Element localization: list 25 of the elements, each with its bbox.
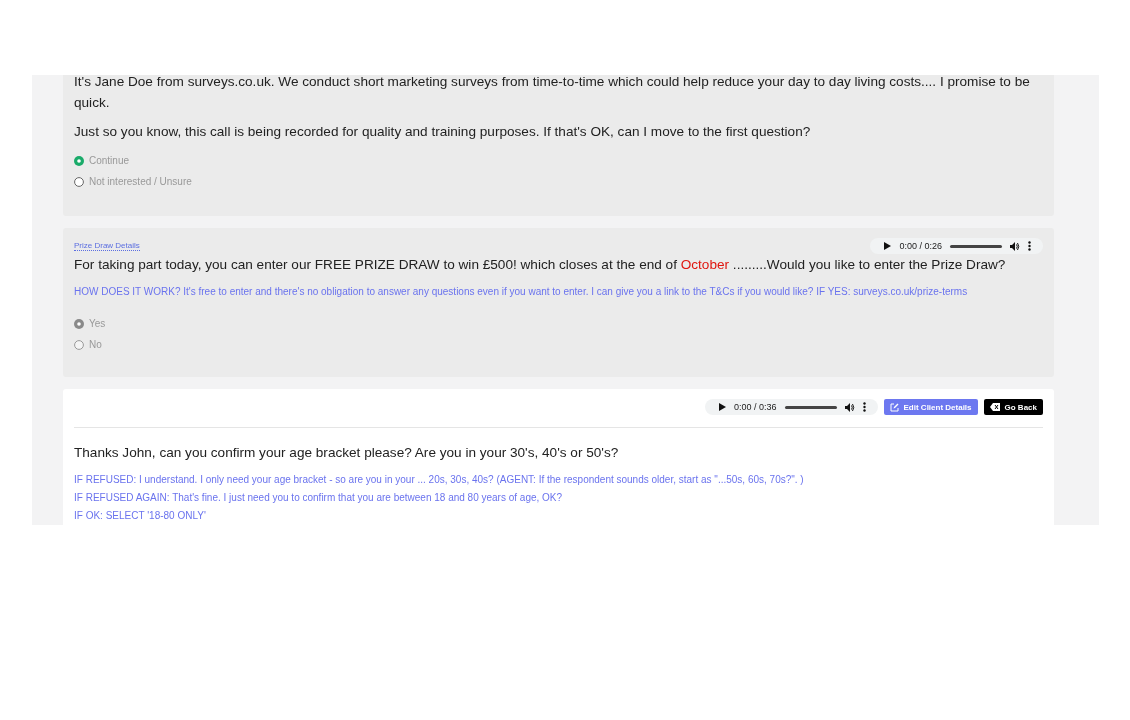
question-text: Thanks John, can you confirm your age bracket please? Are you in your 30's, 40's or 50's?	[74, 444, 620, 462]
audio-time: 0:00 / 0:26	[899, 241, 942, 251]
details-link[interactable]: Prize Draw Details	[74, 241, 140, 251]
volume-icon[interactable]	[1010, 241, 1020, 251]
more-icon[interactable]	[862, 402, 866, 412]
audio-time: 0:00 / 0:36	[733, 402, 777, 412]
agent-note: IF OK: SELECT '18-80 ONLY'	[74, 509, 207, 523]
agent-note: IF REFUSED AGAIN: That's fine. I just need you to confirm that you are between 18 and 80 years of age, OK?	[74, 491, 564, 505]
question-text: Just so you know, this call is being recorded for quality and training purposes. If that's OK, can I move to the first question?	[74, 123, 812, 141]
agent-note: IF REFUSED: I understand. I only need your age bracket - so are you in your ... 20s, 30s, 40s? (AGENT: If the respondent sounds older, start as "...50s, 60s, 70s?". )	[74, 473, 805, 487]
play-icon[interactable]	[884, 242, 892, 250]
edit-client-button[interactable]: Edit Client Details	[883, 399, 978, 415]
edit-icon	[889, 402, 899, 412]
option-label[interactable]: Continue	[89, 155, 130, 166]
more-icon[interactable]	[1028, 241, 1031, 251]
question-text: It's Jane Doe from surveys.co.uk. We conduct short marketing surveys from time-to-time which could help reduce your day to day living costs.... I promise to be quick.	[74, 75, 1031, 112]
agent-note: HOW DOES IT WORK? It's free to enter and there's no obligation to answer any questions even if you want to enter. I can give you a link to the T&Cs if you would like? IF YES: surveys.co.uk/prize-terms	[74, 285, 969, 299]
volume-icon[interactable]	[844, 402, 855, 412]
backspace-icon	[989, 403, 1000, 411]
go-back-button[interactable]: Go Back	[983, 399, 1043, 415]
play-icon[interactable]	[718, 403, 726, 411]
radio-button[interactable]	[74, 176, 84, 187]
option-label[interactable]: Not interested / Unsure	[89, 176, 192, 187]
question-text: For taking part today, you can enter our FREE PRIZE DRAW to win £500! which closes at the end of October .........Would you like to enter the Prize Draw?	[74, 256, 1007, 274]
radio-button[interactable]	[74, 155, 84, 166]
